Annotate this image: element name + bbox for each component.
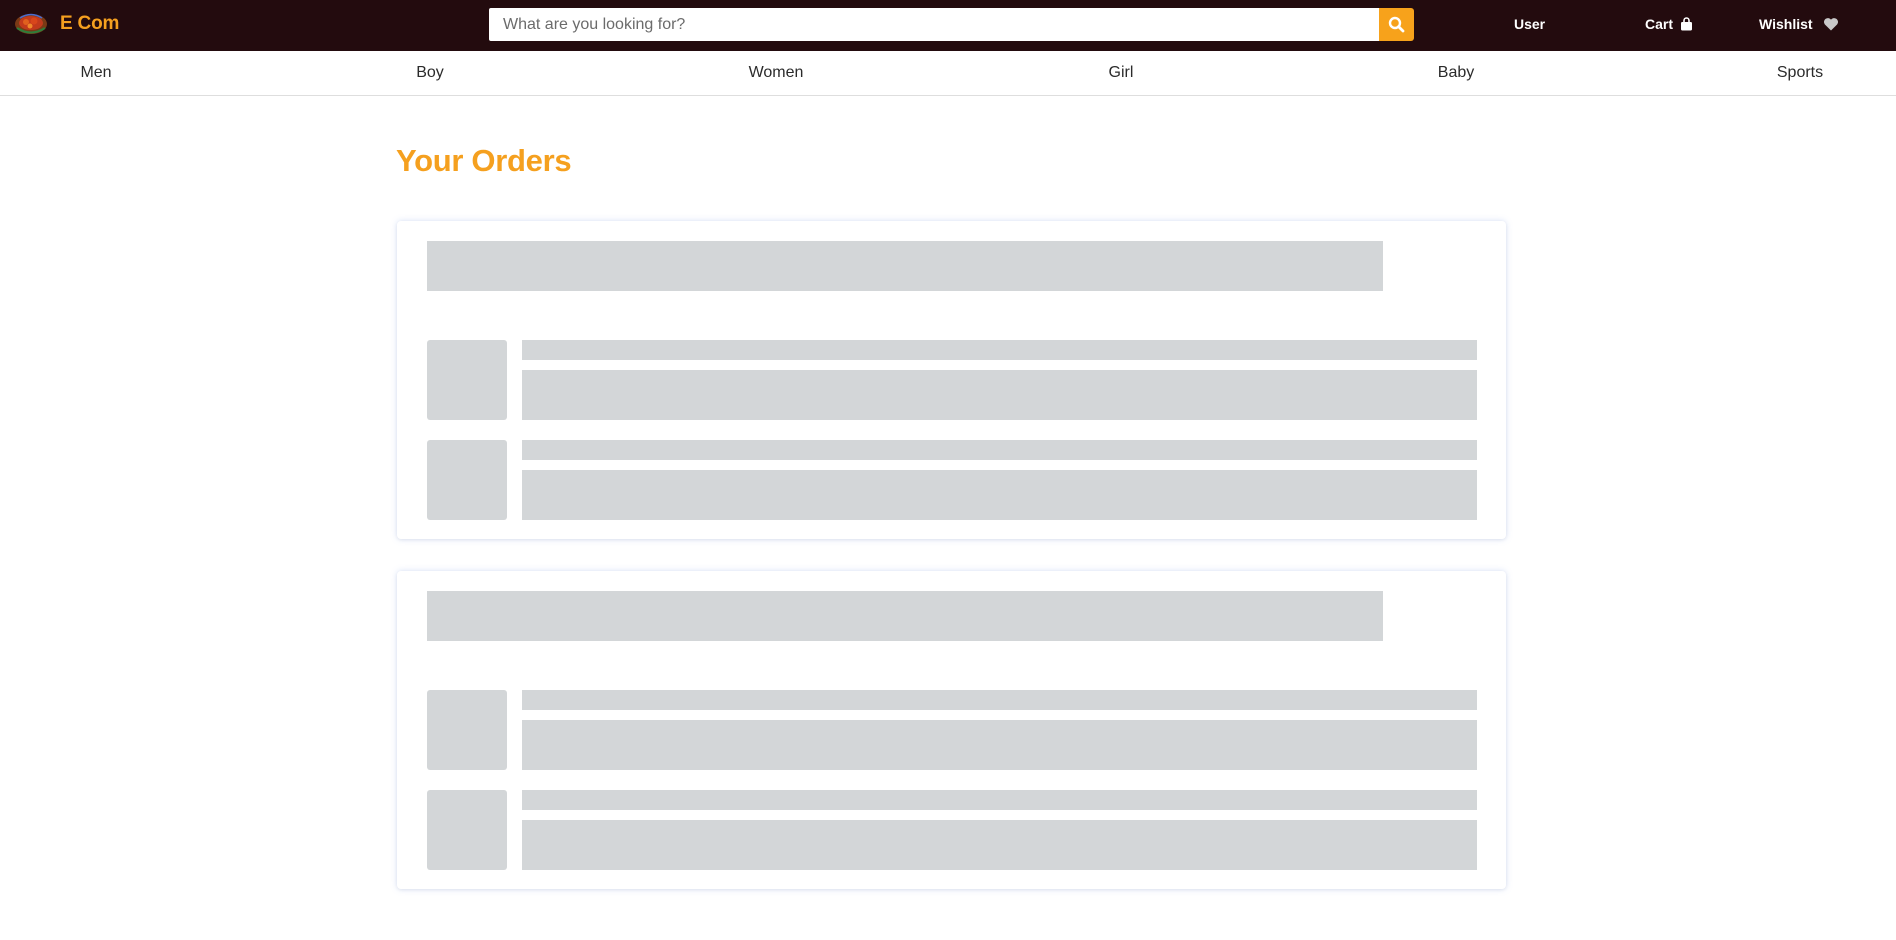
- category-baby[interactable]: Baby: [1438, 64, 1474, 82]
- skeleton-item-title: [522, 440, 1477, 460]
- ecom-logo: [15, 13, 47, 34]
- category-men[interactable]: Men: [80, 64, 111, 82]
- skeleton-item-title: [522, 790, 1477, 810]
- skeleton-item-title: [522, 340, 1477, 360]
- skeleton-item-thumbnail: [427, 340, 507, 420]
- skeleton-item-details: [522, 820, 1477, 870]
- skeleton-item-title: [522, 690, 1477, 710]
- search-bar: [489, 8, 1414, 41]
- search-input[interactable]: [489, 8, 1379, 41]
- search-icon: [1388, 16, 1405, 33]
- brand-name: E Com: [60, 13, 120, 34]
- skeleton-order-header: [427, 241, 1383, 291]
- brand-link[interactable]: E Com: [14, 10, 119, 38]
- skeleton-item-details: [522, 720, 1477, 770]
- heart-icon: [1823, 18, 1838, 31]
- cart-link[interactable]: Cart: [1645, 16, 1693, 32]
- page-title: Your Orders: [396, 143, 572, 178]
- search-button[interactable]: [1379, 8, 1414, 41]
- top-header: E Com User Cart Wishlist: [0, 0, 1896, 51]
- skeleton-item-thumbnail: [427, 440, 507, 520]
- skeleton-order-header: [427, 591, 1383, 641]
- skeleton-item-thumbnail: [427, 790, 507, 870]
- category-sports[interactable]: Sports: [1777, 64, 1823, 82]
- user-label: User: [1514, 16, 1546, 32]
- category-nav: Men Boy Women Girl Baby Sports: [0, 51, 1896, 96]
- wishlist-label: Wishlist: [1759, 16, 1813, 32]
- skeleton-item-thumbnail: [427, 690, 507, 770]
- category-women[interactable]: Women: [749, 64, 804, 82]
- category-boy[interactable]: Boy: [416, 64, 444, 82]
- shopping-bag-icon: [1681, 17, 1693, 31]
- wishlist-link[interactable]: Wishlist: [1759, 16, 1839, 32]
- skeleton-item-details: [522, 470, 1477, 520]
- category-girl[interactable]: Girl: [1109, 64, 1134, 82]
- order-card-skeleton: [397, 221, 1506, 539]
- user-link[interactable]: User: [1514, 16, 1545, 32]
- cart-label: Cart: [1645, 16, 1674, 32]
- skeleton-item-details: [522, 370, 1477, 420]
- order-card-skeleton: [397, 571, 1506, 889]
